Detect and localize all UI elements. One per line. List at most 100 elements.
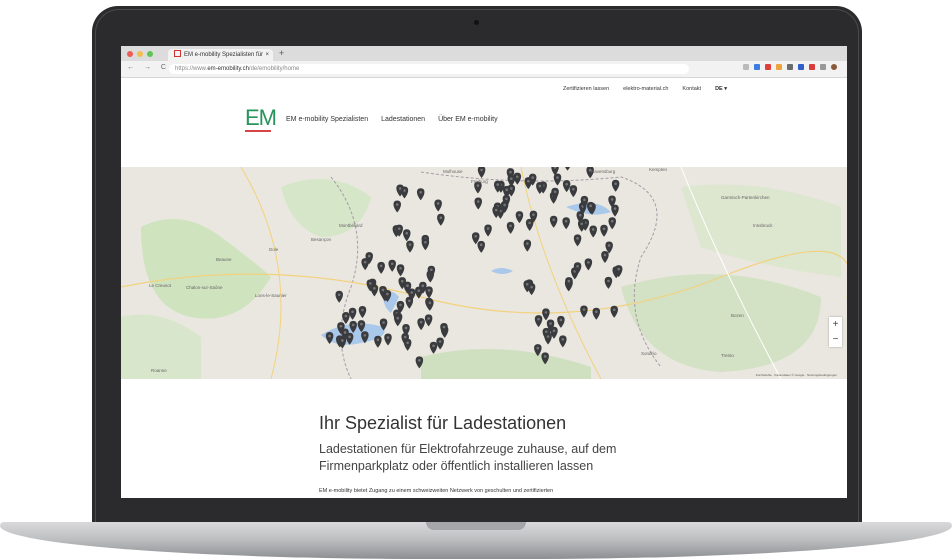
pin-dot-icon xyxy=(351,310,354,314)
extension-icon[interactable] xyxy=(776,64,782,70)
zoom-in-button[interactable]: + xyxy=(829,317,842,332)
pin-dot-icon xyxy=(351,323,355,327)
pin-dot-icon xyxy=(527,179,530,183)
pin-dot-icon xyxy=(439,216,443,220)
nav-link-charging-stations[interactable]: Ladestationen xyxy=(381,116,425,123)
pin-dot-icon xyxy=(398,187,402,190)
pin-dot-icon xyxy=(406,341,409,345)
map-label: Lons-le-Saunier xyxy=(255,293,287,298)
pin-dot-icon xyxy=(442,325,446,329)
utility-link-certify[interactable]: Zertifizieren lassen xyxy=(563,86,609,92)
pin-dot-icon xyxy=(610,219,614,223)
pin-dot-icon xyxy=(589,204,592,208)
map-canvas[interactable]: Mulhouse Freiburg Montbéliard Besançon D… xyxy=(121,167,847,379)
pin-dot-icon xyxy=(386,292,389,296)
pin-dot-icon xyxy=(386,336,390,339)
pin-dot-icon xyxy=(369,282,372,285)
new-tab-button[interactable]: + xyxy=(279,48,284,58)
pin-dot-icon xyxy=(474,235,478,238)
pin-dot-icon xyxy=(617,267,620,271)
web-page: Zertifizieren lassen elektro-material.ch… xyxy=(121,78,847,498)
pin-dot-icon xyxy=(438,340,442,343)
extension-icon[interactable] xyxy=(754,64,760,70)
map-attribution[interactable]: Kurzbefehle · Kartendaten © Google · Nut… xyxy=(756,373,837,377)
pin-dot-icon xyxy=(418,359,421,362)
pin-dot-icon xyxy=(607,279,610,283)
zoom-out-button[interactable]: − xyxy=(829,332,842,347)
nav-link-about[interactable]: Über EM e-mobility xyxy=(438,116,498,123)
pin-dot-icon xyxy=(553,190,557,194)
pin-dot-icon xyxy=(406,284,409,287)
address-bar: ← → C https://www.em-emobility.ch/de/emo… xyxy=(121,61,847,78)
map-label: Trento xyxy=(721,353,734,358)
pin-dot-icon xyxy=(607,244,611,247)
map-label: Ravensburg xyxy=(591,169,616,174)
pin-dot-icon xyxy=(614,182,617,186)
nav-buttons[interactable]: ← → C xyxy=(127,64,170,71)
pin-dot-icon xyxy=(395,203,399,206)
pin-dot-icon xyxy=(509,170,512,174)
extension-icon[interactable] xyxy=(820,64,826,70)
minimize-window-button[interactable] xyxy=(137,51,143,57)
pin-dot-icon xyxy=(363,333,367,337)
close-window-button[interactable] xyxy=(127,51,133,57)
pin-dot-icon xyxy=(399,266,402,270)
pin-dot-icon xyxy=(537,317,540,321)
pin-dot-icon xyxy=(576,237,579,240)
pin-dot-icon xyxy=(476,200,480,203)
map-label: Garmisch-Partenkirchen xyxy=(721,195,770,200)
pin-dot-icon xyxy=(376,338,380,342)
pin-dot-icon xyxy=(419,320,423,324)
pin-dot-icon xyxy=(397,227,401,230)
pin-dot-icon xyxy=(427,289,431,292)
page-subtitle: Ladestationen für Elektrofahrzeuge zuhau… xyxy=(319,442,617,473)
browser-tab[interactable]: EM e-mobility Spezialisten für × xyxy=(168,49,273,61)
pin-dot-icon xyxy=(510,177,513,180)
pin-dot-icon xyxy=(594,310,598,314)
star-icon[interactable] xyxy=(743,64,749,70)
laptop-notch xyxy=(426,522,526,530)
browser-screen: EM e-mobility Spezialisten für × + ← → C… xyxy=(121,46,847,498)
map-label: Innsbruck xyxy=(753,223,773,228)
pin-dot-icon xyxy=(337,293,341,297)
pin-dot-icon xyxy=(419,190,423,194)
profile-avatar[interactable] xyxy=(831,64,837,70)
pin-dot-icon xyxy=(580,222,584,226)
pin-dot-icon xyxy=(552,218,555,221)
pin-dot-icon xyxy=(526,242,529,245)
webcam xyxy=(474,20,479,25)
tab-close-button[interactable]: × xyxy=(265,49,269,61)
pin-dot-icon xyxy=(572,187,575,191)
pin-dot-icon xyxy=(578,213,582,217)
map-label: Le Creusot xyxy=(149,283,172,288)
map-label: Sondrio xyxy=(641,351,657,356)
pin-dot-icon xyxy=(564,219,568,223)
page-title: Ihr Spezialist für Ladestationen xyxy=(319,413,567,433)
url-field[interactable]: https://www.em-emobility.ch/de/emobility… xyxy=(169,64,689,74)
nav-link-specialists[interactable]: EM e-mobility Spezialisten xyxy=(286,116,368,123)
pin-dot-icon xyxy=(494,208,498,212)
pin-dot-icon xyxy=(344,314,348,318)
extension-icon[interactable] xyxy=(809,64,815,70)
pin-dot-icon xyxy=(565,182,568,186)
pin-dot-icon xyxy=(363,260,367,264)
extension-icons xyxy=(743,64,837,70)
extension-icon[interactable] xyxy=(787,64,793,70)
extension-icon[interactable] xyxy=(798,64,804,70)
pin-dot-icon xyxy=(532,213,535,216)
pin-dot-icon xyxy=(516,175,519,178)
site-logo[interactable]: EM xyxy=(245,107,277,129)
charging-station-map[interactable]: Mulhouse Freiburg Montbéliard Besançon D… xyxy=(121,167,847,379)
map-label: Dole xyxy=(269,247,279,252)
pin-dot-icon xyxy=(436,202,440,205)
utility-link-elektro-material[interactable]: elektro-material.ch xyxy=(623,86,668,92)
pin-dot-icon xyxy=(610,198,614,201)
maximize-window-button[interactable] xyxy=(147,51,153,57)
extension-icon[interactable] xyxy=(765,64,771,70)
pin-dot-icon xyxy=(403,335,407,339)
pin-dot-icon xyxy=(373,287,376,290)
pin-dot-icon xyxy=(432,344,435,348)
utility-link-contact[interactable]: Kontakt xyxy=(682,86,701,92)
pin-dot-icon xyxy=(613,207,617,210)
language-select[interactable]: DE ▾ xyxy=(715,86,727,92)
